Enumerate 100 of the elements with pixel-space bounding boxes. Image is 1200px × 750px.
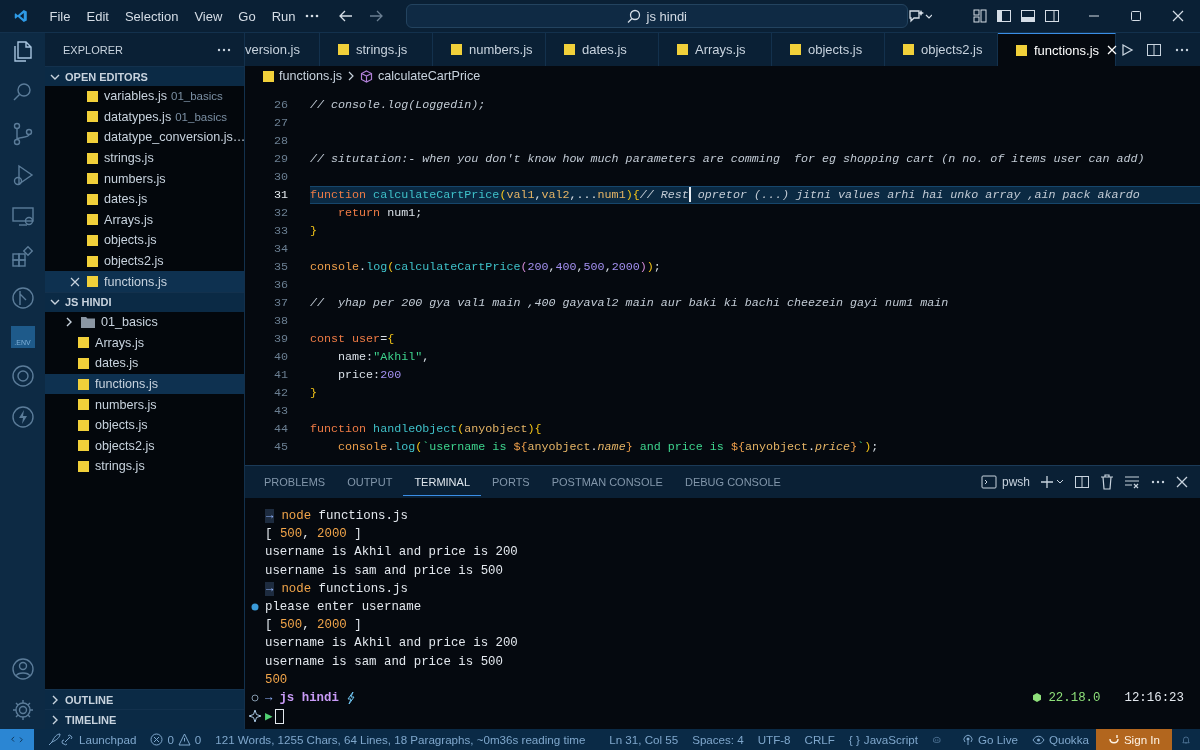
status-text[interactable]: CRLF — [797, 729, 842, 750]
status-text[interactable]: Spaces: 4 — [685, 729, 751, 750]
tree-file-entry[interactable]: strings.js — [45, 456, 244, 477]
chat-sparkle-icon[interactable] — [908, 8, 932, 24]
clear-list-icon[interactable] — [1124, 475, 1140, 489]
menu-item[interactable]: File — [41, 8, 79, 24]
code-line: } — [310, 385, 318, 402]
js-file-icon — [677, 44, 688, 55]
panel-tab[interactable]: TERMINAL — [403, 468, 481, 496]
aperture-icon[interactable] — [9, 363, 36, 389]
toggle-panel-icon[interactable] — [1020, 8, 1036, 24]
forward-arrow-icon[interactable] — [367, 8, 384, 24]
line-number: 33 — [272, 224, 288, 238]
editor-tab[interactable]: functions.js — [998, 33, 1116, 66]
rocket-link-icon — [47, 732, 75, 747]
tree-file-entry[interactable]: objects2.js — [45, 435, 244, 457]
line-number: 32 — [272, 206, 288, 220]
language-mode[interactable]: { } JavaScript — [841, 729, 925, 750]
launchpad-item[interactable]: Launchpad — [40, 729, 144, 750]
open-editor-item[interactable]: functions.js — [45, 271, 244, 292]
cube-icon — [360, 69, 373, 83]
toggle-sidebar-icon[interactable] — [996, 8, 1012, 24]
lightning-icon[interactable] — [9, 404, 36, 430]
section-header[interactable]: JS HINDI — [45, 291, 244, 312]
problems-item[interactable]: 0 0 — [143, 729, 209, 750]
line-number: 35 — [272, 260, 288, 274]
trash-icon[interactable] — [1100, 474, 1114, 490]
menu-item[interactable]: Run — [263, 8, 304, 24]
menu-item[interactable]: Selection — [116, 8, 187, 24]
open-editor-item[interactable]: numbers.js — [45, 168, 244, 189]
panel-tab[interactable]: PORTS — [481, 468, 541, 496]
tree-folder-entry[interactable]: 01_basics — [45, 311, 244, 333]
add-terminal-icon[interactable] — [1040, 475, 1064, 489]
maximize-icon[interactable] — [1130, 10, 1142, 22]
panel-tab[interactable]: POSTMAN CONSOLE — [540, 468, 674, 496]
section-header[interactable]: TIMELINE — [45, 709, 244, 729]
open-editor-item[interactable]: variables.js 01_basics — [45, 86, 244, 107]
go-live-button[interactable]: Go Live — [954, 729, 1025, 750]
panel-tab[interactable]: OUTPUT — [336, 468, 404, 496]
open-editor-item[interactable]: datatype_conversion.js… — [45, 127, 244, 148]
js-file-icon — [78, 357, 89, 369]
open-editor-item[interactable]: datatypes.js 01_basics — [45, 106, 244, 128]
run-icon[interactable] — [1120, 42, 1134, 57]
panel-tab[interactable]: DEBUG CONSOLE — [673, 468, 792, 496]
terminal-shell-button[interactable]: pwsh — [981, 475, 1030, 489]
search-field[interactable]: js hindi — [405, 4, 908, 28]
eye-icon — [1031, 734, 1045, 745]
open-editor-item[interactable]: objects2.js — [45, 250, 244, 272]
section-header[interactable]: OUTLINE — [45, 689, 244, 709]
menu-item[interactable]: View — [186, 8, 231, 24]
text-cursor — [688, 187, 691, 203]
panel-tab[interactable]: PROBLEMS — [253, 468, 337, 496]
smile-icon — [1107, 733, 1120, 746]
tree-file-entry[interactable]: Arrays.js — [45, 332, 244, 354]
code-line: console.log(`username is ${anyobject.name} and price is ${anyobject.price}`); — [337, 439, 880, 456]
js-file-icon — [338, 44, 349, 55]
tree-file-entry[interactable]: numbers.js — [45, 394, 244, 415]
breadcrumb-item[interactable]: functions.js — [279, 69, 342, 83]
status-text[interactable]: UTF-8 — [750, 729, 798, 750]
status-text[interactable]: Ln 31, Col 55 — [602, 729, 686, 750]
menu-item[interactable]: Edit — [78, 8, 117, 24]
braces-icon: { } — [848, 733, 860, 746]
close-icon[interactable] — [1172, 10, 1184, 22]
git-graph-icon[interactable] — [9, 285, 36, 311]
sparkle-icon[interactable] — [249, 710, 261, 723]
line-number: 26 — [272, 98, 288, 112]
open-editor-item[interactable]: strings.js — [45, 147, 244, 169]
customize-layout-icon[interactable] — [972, 8, 988, 24]
close-icon[interactable] — [1106, 44, 1119, 56]
quokka-item[interactable]: Quokka — [1024, 729, 1096, 750]
js-file-icon — [87, 193, 98, 205]
line-number: 45 — [272, 440, 288, 454]
extensions-icon[interactable] — [9, 244, 36, 270]
close-icon[interactable] — [69, 275, 81, 288]
terminal-line: ▶ — [265, 709, 273, 725]
js-file-icon — [78, 399, 89, 411]
section-header[interactable]: OPEN EDITORS — [45, 66, 244, 86]
toggle-secondary-sidebar-icon[interactable] — [1044, 8, 1060, 24]
sign-in-button[interactable]: Sign In — [1095, 729, 1172, 750]
split-editor-icon[interactable] — [1146, 41, 1162, 58]
account-icon[interactable] — [9, 656, 36, 682]
menu-item[interactable]: Go — [230, 8, 264, 24]
js-file-icon — [87, 255, 98, 267]
open-editor-item[interactable]: objects.js — [45, 230, 244, 251]
open-editor-item[interactable]: Arrays.js — [45, 209, 244, 231]
line-number: 44 — [272, 422, 288, 436]
js-file-icon — [263, 70, 274, 82]
back-arrow-icon[interactable] — [337, 8, 354, 24]
broadcast-icon — [961, 733, 974, 746]
open-editor-item[interactable]: dates.js — [45, 188, 244, 210]
error-count: 0 — [167, 733, 174, 746]
tree-file-entry[interactable]: dates.js — [45, 353, 244, 374]
js-file-icon — [790, 44, 801, 55]
split-terminal-icon[interactable] — [1074, 474, 1090, 490]
tree-file-entry[interactable]: objects.js — [45, 414, 244, 436]
tree-file-entry[interactable]: functions.js — [45, 373, 244, 395]
status-text[interactable]: 121 Words, 1255 Chars, 64 Lines, 18 Paragraphs, ~0m36s reading time — [208, 729, 593, 750]
breadcrumb-item[interactable]: calculateCartPrice — [378, 69, 481, 83]
line-number: 41 — [272, 368, 288, 382]
close-icon[interactable] — [1176, 476, 1188, 488]
